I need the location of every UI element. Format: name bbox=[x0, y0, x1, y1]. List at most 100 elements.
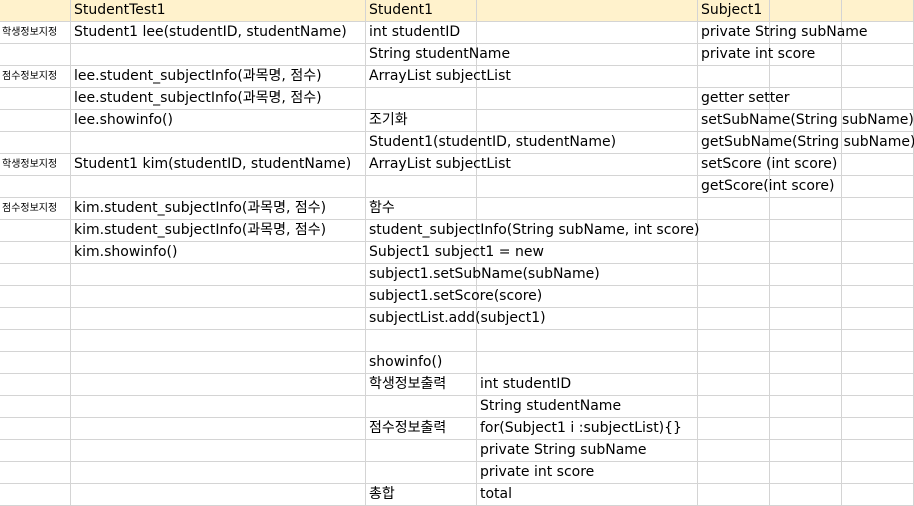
table-cell[interactable] bbox=[71, 396, 366, 418]
table-cell[interactable]: setScore (int score) bbox=[698, 154, 837, 176]
table-cell[interactable] bbox=[698, 220, 770, 242]
table-cell[interactable]: private String subName bbox=[477, 440, 698, 462]
table-cell[interactable] bbox=[698, 308, 770, 330]
table-cell[interactable] bbox=[477, 22, 698, 44]
table-cell[interactable] bbox=[0, 110, 71, 132]
table-cell[interactable] bbox=[698, 462, 770, 484]
table-cell[interactable]: Subject1 subject1 = new bbox=[366, 242, 544, 264]
table-cell[interactable]: kim.student_subjectInfo(과목명, 점수) bbox=[71, 220, 366, 242]
table-cell[interactable] bbox=[698, 286, 770, 308]
table-cell[interactable] bbox=[71, 352, 366, 374]
table-cell[interactable] bbox=[842, 396, 914, 418]
table-cell[interactable] bbox=[842, 154, 914, 176]
table-cell[interactable] bbox=[842, 66, 914, 88]
table-cell[interactable] bbox=[0, 330, 71, 352]
table-cell[interactable]: kim.showinfo() bbox=[71, 242, 366, 264]
table-cell[interactable] bbox=[0, 418, 71, 440]
table-cell[interactable] bbox=[842, 220, 914, 242]
header-cell-student1[interactable]: Student1 bbox=[366, 0, 477, 22]
header-cell-a[interactable] bbox=[0, 0, 71, 22]
table-cell[interactable] bbox=[842, 462, 914, 484]
header-cell-g[interactable] bbox=[842, 0, 914, 22]
table-cell[interactable] bbox=[770, 440, 842, 462]
table-cell[interactable]: Student1 lee(studentID, studentName) bbox=[71, 22, 366, 44]
table-cell[interactable] bbox=[842, 330, 914, 352]
table-cell[interactable] bbox=[842, 176, 914, 198]
table-cell[interactable]: getScore(int score) bbox=[698, 176, 834, 198]
table-cell[interactable] bbox=[366, 462, 477, 484]
table-cell[interactable] bbox=[842, 352, 914, 374]
table-cell[interactable] bbox=[477, 198, 698, 220]
table-cell[interactable] bbox=[770, 396, 842, 418]
table-cell[interactable] bbox=[770, 418, 842, 440]
table-cell[interactable] bbox=[698, 374, 770, 396]
table-cell[interactable]: kim.student_subjectInfo(과목명, 점수) bbox=[71, 198, 366, 220]
table-cell[interactable]: subject1.setScore(score) bbox=[366, 286, 542, 308]
table-cell[interactable] bbox=[71, 374, 366, 396]
table-cell[interactable] bbox=[770, 308, 842, 330]
table-cell[interactable]: showinfo() bbox=[366, 352, 477, 374]
table-cell[interactable] bbox=[842, 198, 914, 220]
table-cell[interactable]: 점수정보지정 bbox=[0, 198, 71, 220]
table-cell[interactable] bbox=[698, 66, 770, 88]
table-cell[interactable] bbox=[0, 286, 71, 308]
table-cell[interactable] bbox=[842, 484, 914, 506]
table-cell[interactable] bbox=[698, 198, 770, 220]
table-cell[interactable]: Student1 kim(studentID, studentName) bbox=[71, 154, 366, 176]
table-cell[interactable] bbox=[842, 418, 914, 440]
table-cell[interactable]: 조기화 bbox=[366, 110, 477, 132]
table-cell[interactable]: student_subjectInfo(String subName, int … bbox=[366, 220, 700, 242]
table-cell[interactable] bbox=[842, 308, 914, 330]
table-cell[interactable] bbox=[477, 110, 698, 132]
table-cell[interactable]: 총합 bbox=[366, 484, 477, 506]
table-cell[interactable] bbox=[0, 44, 71, 66]
table-cell[interactable] bbox=[842, 374, 914, 396]
table-cell[interactable]: subject1.setSubName(subName) bbox=[366, 264, 600, 286]
table-cell[interactable] bbox=[770, 66, 842, 88]
table-cell[interactable] bbox=[0, 88, 71, 110]
table-cell[interactable] bbox=[366, 396, 477, 418]
table-cell[interactable] bbox=[0, 440, 71, 462]
table-cell[interactable] bbox=[477, 330, 698, 352]
table-cell[interactable] bbox=[477, 88, 698, 110]
table-cell[interactable]: String studentName bbox=[477, 396, 698, 418]
table-cell[interactable]: 함수 bbox=[366, 198, 477, 220]
table-cell[interactable]: String studentName bbox=[366, 44, 510, 66]
table-cell[interactable] bbox=[477, 44, 698, 66]
table-cell[interactable] bbox=[0, 396, 71, 418]
table-cell[interactable] bbox=[770, 352, 842, 374]
table-cell[interactable] bbox=[0, 176, 71, 198]
table-cell[interactable] bbox=[71, 462, 366, 484]
table-cell[interactable] bbox=[366, 330, 477, 352]
table-cell[interactable] bbox=[698, 352, 770, 374]
table-cell[interactable] bbox=[698, 484, 770, 506]
header-cell-studenttest1[interactable]: StudentTest1 bbox=[71, 0, 366, 22]
header-cell-d[interactable] bbox=[477, 0, 698, 22]
table-cell[interactable]: int studentID bbox=[366, 22, 477, 44]
table-cell[interactable] bbox=[71, 264, 366, 286]
table-cell[interactable]: lee.showinfo() bbox=[71, 110, 366, 132]
table-cell[interactable]: ArrayList subjectList bbox=[366, 154, 511, 176]
table-cell[interactable] bbox=[71, 330, 366, 352]
table-cell[interactable] bbox=[770, 264, 842, 286]
table-cell[interactable] bbox=[71, 176, 366, 198]
table-cell[interactable] bbox=[842, 264, 914, 286]
table-cell[interactable] bbox=[0, 132, 71, 154]
table-cell[interactable] bbox=[842, 44, 914, 66]
table-cell[interactable] bbox=[770, 286, 842, 308]
table-cell[interactable] bbox=[770, 374, 842, 396]
table-cell[interactable]: 학생정보지정 bbox=[0, 154, 71, 176]
table-cell[interactable]: 점수정보출력 bbox=[366, 418, 477, 440]
table-cell[interactable] bbox=[770, 462, 842, 484]
table-cell[interactable] bbox=[698, 396, 770, 418]
table-cell[interactable] bbox=[0, 462, 71, 484]
table-cell[interactable]: 점수정보지정 bbox=[0, 66, 71, 88]
table-cell[interactable]: private int score bbox=[698, 44, 815, 66]
table-cell[interactable] bbox=[770, 330, 842, 352]
table-cell[interactable] bbox=[71, 44, 366, 66]
table-cell[interactable]: private String subName bbox=[698, 22, 868, 44]
table-cell[interactable]: private int score bbox=[477, 462, 698, 484]
table-cell[interactable] bbox=[770, 220, 842, 242]
table-cell[interactable]: ArrayList subjectList bbox=[366, 66, 511, 88]
table-cell[interactable] bbox=[698, 330, 770, 352]
